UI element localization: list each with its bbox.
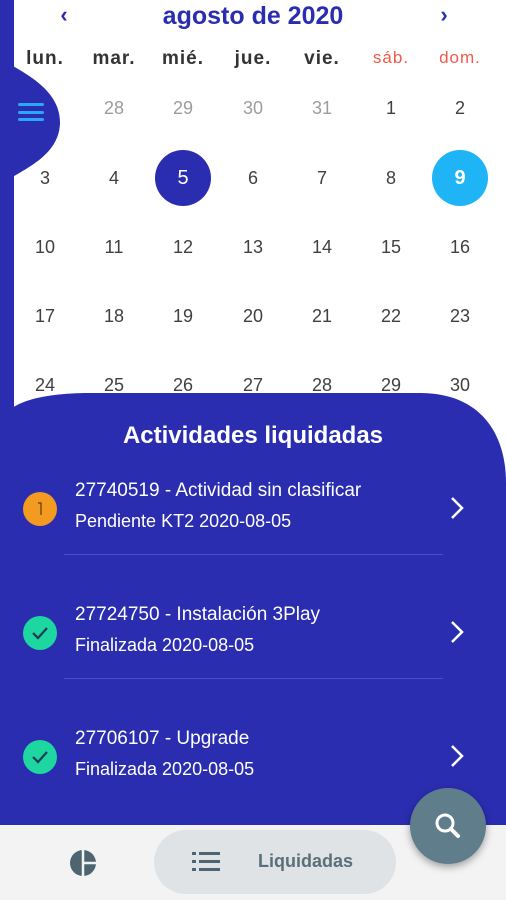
activity-title: 27706107 - Upgrade — [75, 728, 250, 749]
calendar-day[interactable]: 4 — [86, 150, 142, 206]
chevron-right-icon[interactable]: › — [432, 2, 456, 30]
calendar-day[interactable]: 5 — [155, 150, 211, 206]
chevron-right-icon — [451, 745, 464, 767]
weekday-label: lun. — [26, 48, 64, 69]
calendar-day[interactable]: 3 — [17, 150, 73, 206]
calendar-day[interactable]: 31 — [294, 80, 350, 136]
weekday-label: sáb. — [372, 48, 410, 67]
panel-title: Actividades liquidadas — [122, 422, 384, 449]
calendar-day[interactable]: 18 — [86, 288, 142, 344]
check-icon — [23, 740, 57, 774]
weekday-label: jue. — [234, 48, 272, 69]
calendar-day[interactable]: 11 — [86, 219, 142, 275]
pie-chart-icon[interactable] — [68, 848, 98, 878]
calendar-day[interactable]: 9 — [432, 150, 488, 206]
calendar-day[interactable]: 6 — [225, 150, 281, 206]
calendar-day[interactable]: 20 — [225, 288, 281, 344]
activity-item[interactable]: 27724750 - Instalación 3Play Finalizada … — [0, 594, 506, 694]
weekday-label: vie. — [304, 48, 340, 69]
list-icon — [192, 852, 220, 871]
calendar-day[interactable]: 29 — [155, 80, 211, 136]
calendar-day[interactable]: 15 — [363, 219, 419, 275]
activity-status: Finalizada 2020-08-05 — [75, 635, 255, 655]
tab-label: Liquidadas — [258, 851, 354, 871]
calendar-day[interactable]: 13 — [225, 219, 281, 275]
activity-status: Pendiente KT2 2020-08-05 — [75, 511, 292, 531]
calendar-day[interactable]: 16 — [432, 219, 488, 275]
activity-title: 27740519 - Actividad sin clasificar — [75, 480, 362, 501]
weekday-label: mié. — [161, 48, 205, 69]
search-icon — [435, 813, 460, 838]
activity-title: 27724750 - Instalación 3Play — [75, 604, 321, 625]
month-title: agosto de 2020 — [162, 2, 344, 30]
calendar-day[interactable]: 14 — [294, 219, 350, 275]
calendar-day[interactable]: 28 — [86, 80, 142, 136]
calendar-day[interactable]: 7 — [294, 150, 350, 206]
check-icon — [23, 616, 57, 650]
calendar-day[interactable]: 2 — [432, 80, 488, 136]
activity-status: Finalizada 2020-08-05 — [75, 759, 255, 779]
calendar-day[interactable]: 22 — [363, 288, 419, 344]
calendar-day[interactable]: 21 — [294, 288, 350, 344]
chevron-right-icon — [451, 621, 464, 643]
calendar-header: ‹ agosto de 2020 › — [0, 0, 506, 34]
calendar-day[interactable]: 12 — [155, 219, 211, 275]
calendar-day[interactable]: 30 — [225, 80, 281, 136]
search-button[interactable] — [410, 788, 486, 864]
weekday-label: dom. — [439, 48, 481, 67]
weekday-label: mar. — [92, 48, 136, 69]
calendar-day[interactable]: 8 — [363, 150, 419, 206]
hamburger-menu-icon[interactable] — [14, 97, 48, 127]
calendar-day[interactable]: 1 — [363, 80, 419, 136]
divider — [64, 678, 443, 679]
chevron-right-icon — [451, 497, 464, 519]
calendar-day[interactable]: 23 — [432, 288, 488, 344]
activity-item[interactable]: 27740519 - Actividad sin clasificar Pend… — [0, 470, 506, 570]
calendar-day[interactable]: 17 — [17, 288, 73, 344]
divider — [64, 554, 443, 555]
pending-status-icon — [23, 492, 57, 526]
calendar-day[interactable]: 10 — [17, 219, 73, 275]
calendar-day[interactable]: 19 — [155, 288, 211, 344]
